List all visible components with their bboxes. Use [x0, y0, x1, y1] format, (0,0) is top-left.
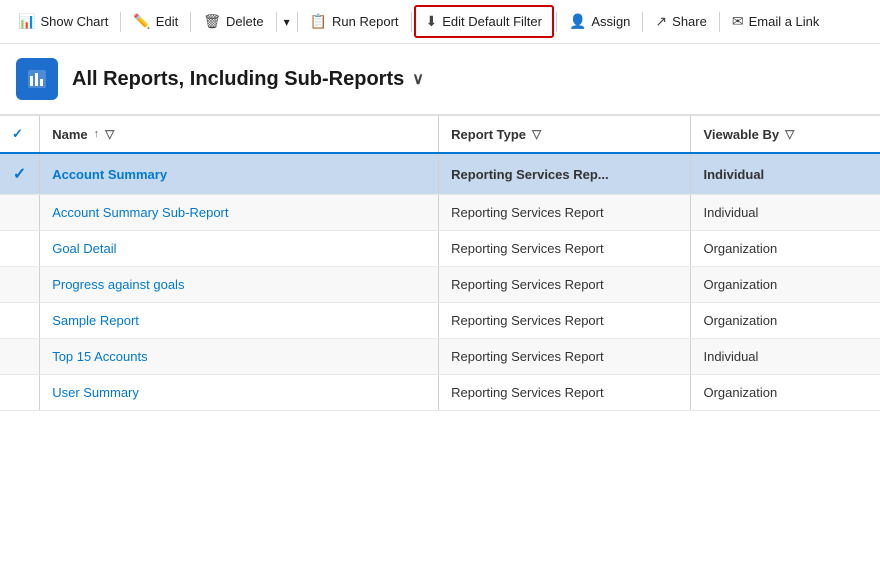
report-name-link[interactable]: Top 15 Accounts: [52, 349, 147, 364]
edit-default-filter-button[interactable]: ⬇ Edit Default Filter: [414, 5, 554, 38]
table-row[interactable]: Goal Detail Reporting Services ReportOrga…: [0, 231, 880, 267]
email-icon: ✉: [732, 13, 744, 30]
share-button[interactable]: ↗ Share: [645, 7, 716, 36]
row-name-cell: User Summary: [40, 375, 438, 411]
dropdown-more-button[interactable]: ▾: [279, 9, 295, 35]
row-name-cell: Sample Report: [40, 303, 438, 339]
report-name-link[interactable]: Goal Detail: [52, 241, 116, 256]
row-checkbox[interactable]: ✓: [0, 153, 39, 195]
row-viewable-by-cell: Organization: [691, 303, 880, 339]
toolbar-divider-2: [190, 12, 191, 32]
row-name-cell: Top 15 Accounts: [40, 339, 438, 375]
row-name-cell: Goal Detail: [40, 231, 438, 267]
row-checkbox[interactable]: [0, 339, 39, 375]
chevron-down-icon: ▾: [284, 15, 290, 29]
viewable-by-column-header: Viewable By ▽: [691, 116, 880, 154]
page-header: All Reports, Including Sub-Reports ∨: [0, 44, 880, 115]
run-icon: 📋: [310, 13, 327, 30]
table-row[interactable]: User Summary Reporting Services ReportOrg…: [0, 375, 880, 411]
toolbar-divider-6: [556, 12, 557, 32]
select-all-header[interactable]: ✓: [0, 116, 39, 154]
delete-icon: 🗑: [203, 13, 221, 30]
row-report-type-cell: Reporting Services Report: [439, 195, 690, 231]
report-type-column-header: Report Type ▽: [439, 116, 690, 154]
table-row[interactable]: ✓ Account Summary Reporting Services Rep..…: [0, 153, 880, 195]
delete-button[interactable]: 🗑 Delete: [193, 7, 273, 36]
page-icon: [16, 58, 58, 100]
title-dropdown-icon[interactable]: ∨: [412, 69, 424, 89]
viewable-by-filter-icon[interactable]: ▽: [785, 127, 794, 141]
table-row[interactable]: Account Summary Sub-Report Reporting Serv…: [0, 195, 880, 231]
row-name-cell: Account Summary: [40, 153, 438, 195]
row-name-cell: Progress against goals: [40, 267, 438, 303]
row-viewable-by-cell: Individual: [691, 339, 880, 375]
assign-button[interactable]: 👤 Assign: [559, 7, 640, 36]
row-name-cell: Account Summary Sub-Report: [40, 195, 438, 231]
row-report-type-cell: Reporting Services Rep...: [439, 153, 690, 195]
row-report-type-cell: Reporting Services Report: [439, 267, 690, 303]
report-name-link[interactable]: User Summary: [52, 385, 139, 400]
row-report-type-cell: Reporting Services Report: [439, 303, 690, 339]
chart-icon: 📊: [18, 13, 35, 30]
sort-asc-icon[interactable]: ↑: [94, 128, 100, 140]
share-icon: ↗: [655, 13, 667, 30]
row-checkbox[interactable]: [0, 195, 39, 231]
table-row[interactable]: Progress against goals Reporting Services…: [0, 267, 880, 303]
email-link-button[interactable]: ✉ Email a Link: [722, 7, 830, 36]
table-row[interactable]: Sample Report Reporting Services ReportOr…: [0, 303, 880, 339]
report-name-link[interactable]: Account Summary Sub-Report: [52, 205, 228, 220]
edit-button[interactable]: ✏️ Edit: [123, 7, 188, 36]
toolbar-divider: [120, 12, 121, 32]
filter-icon: ⬇: [426, 13, 438, 30]
row-checkbox[interactable]: [0, 267, 39, 303]
row-viewable-by-cell: Organization: [691, 267, 880, 303]
row-report-type-cell: Reporting Services Report: [439, 339, 690, 375]
row-checkbox[interactable]: [0, 303, 39, 339]
report-type-filter-icon[interactable]: ▽: [532, 127, 541, 141]
report-name-link[interactable]: Sample Report: [52, 313, 139, 328]
run-report-button[interactable]: 📋 Run Report: [300, 7, 409, 36]
toolbar-divider-3: [276, 12, 277, 32]
name-column-header: Name ↑ ▽: [40, 116, 438, 154]
table-body: ✓ Account Summary Reporting Services Rep..…: [0, 153, 880, 411]
reports-table-container: ✓ Name ↑ ▽ Report Type ▽: [0, 115, 880, 564]
row-report-type-cell: Reporting Services Report: [439, 231, 690, 267]
row-report-type-cell: Reporting Services Report: [439, 375, 690, 411]
row-viewable-by-cell: Individual: [691, 153, 880, 195]
assign-icon: 👤: [569, 13, 586, 30]
name-filter-icon[interactable]: ▽: [105, 127, 114, 141]
show-chart-button[interactable]: 📊 Show Chart: [8, 7, 118, 36]
report-name-link[interactable]: Progress against goals: [52, 277, 184, 292]
edit-icon: ✏️: [133, 13, 150, 30]
row-checkbox[interactable]: [0, 231, 39, 267]
row-viewable-by-cell: Organization: [691, 375, 880, 411]
toolbar-divider-8: [719, 12, 720, 32]
row-viewable-by-cell: Individual: [691, 195, 880, 231]
checkmark-icon: ✓: [12, 126, 23, 141]
toolbar-divider-4: [297, 12, 298, 32]
row-checkbox[interactable]: [0, 375, 39, 411]
table-header-row: ✓ Name ↑ ▽ Report Type ▽: [0, 116, 880, 154]
page-title: All Reports, Including Sub-Reports ∨: [72, 68, 424, 91]
reports-table: ✓ Name ↑ ▽ Report Type ▽: [0, 115, 880, 411]
toolbar-divider-5: [411, 12, 412, 32]
toolbar-divider-7: [642, 12, 643, 32]
toolbar: 📊 Show Chart ✏️ Edit 🗑 Delete ▾ 📋 Run Re…: [0, 0, 880, 44]
report-name-link[interactable]: Account Summary: [52, 167, 167, 182]
table-row[interactable]: Top 15 Accounts Reporting Services Report…: [0, 339, 880, 375]
row-viewable-by-cell: Organization: [691, 231, 880, 267]
